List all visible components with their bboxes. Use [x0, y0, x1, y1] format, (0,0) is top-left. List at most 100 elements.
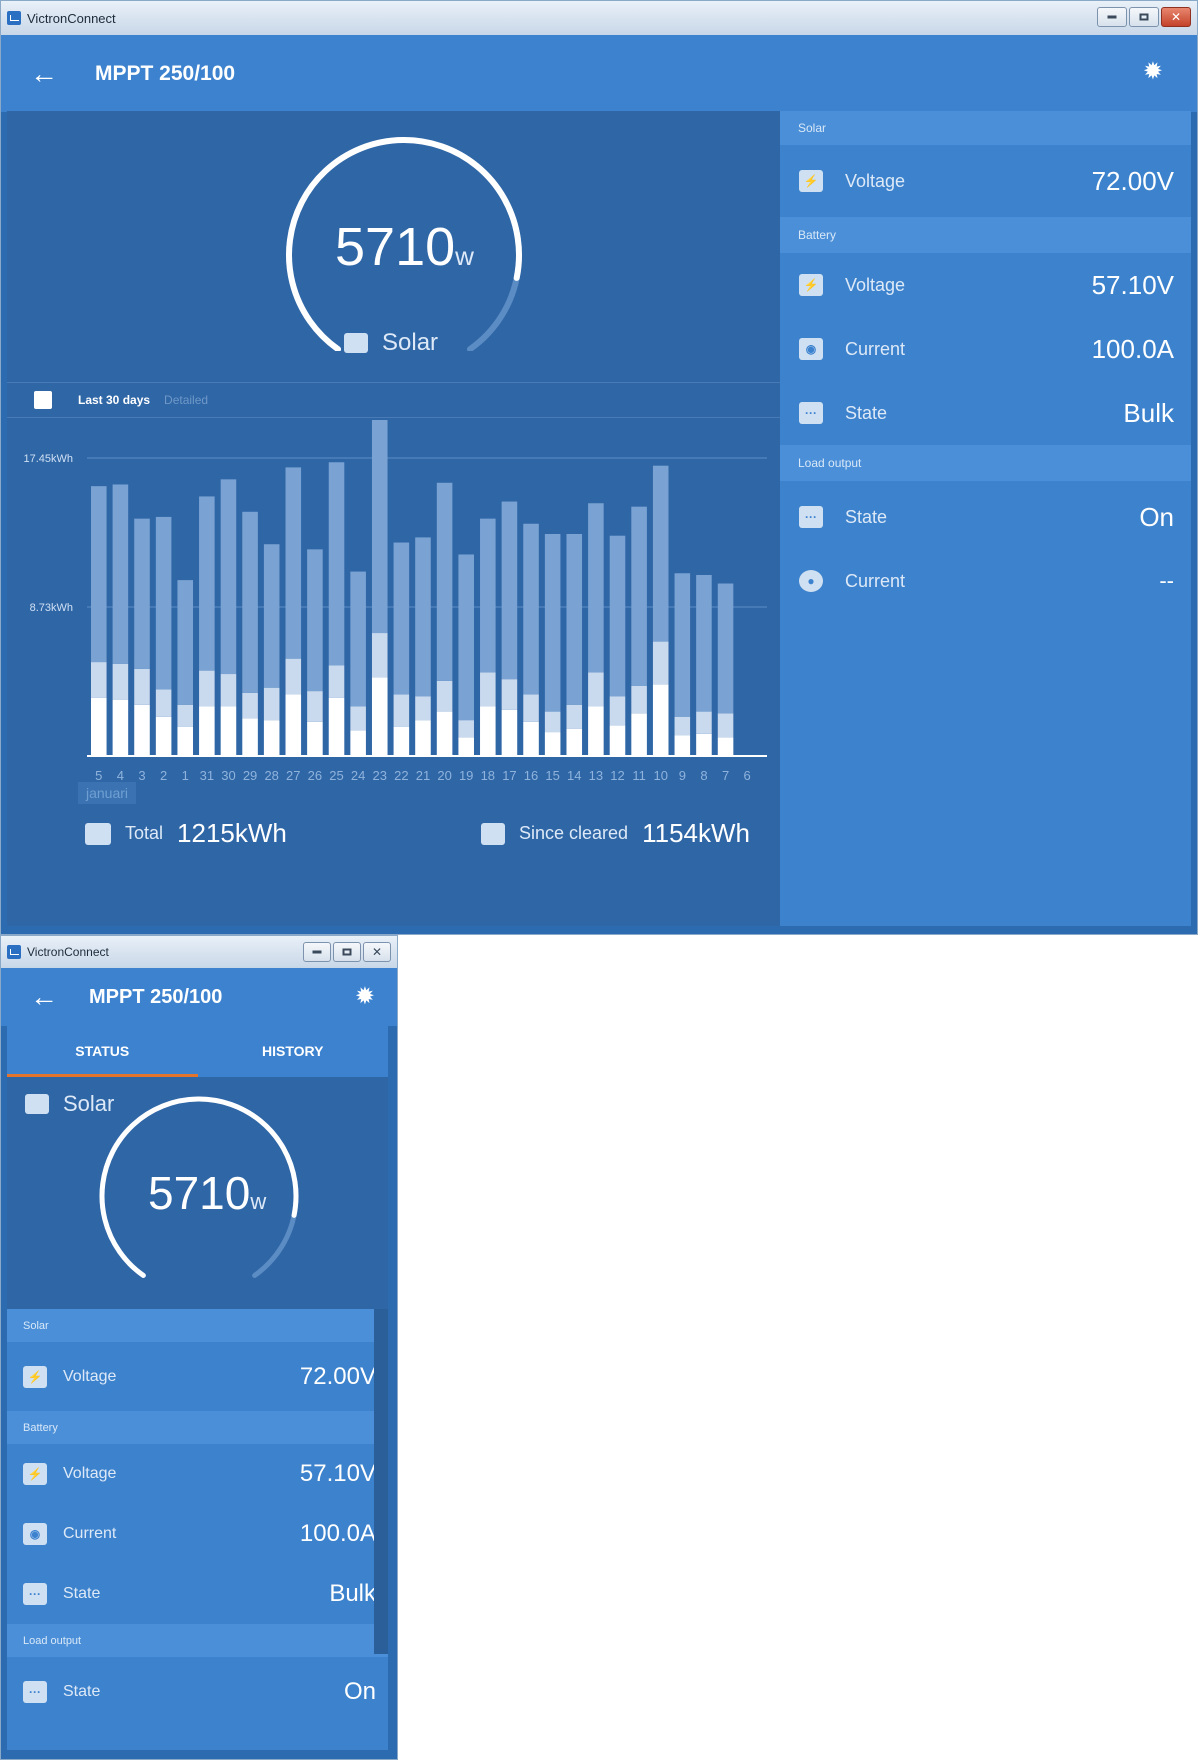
battery-voltage-icon: ⚡ [23, 1463, 47, 1485]
x-tick-label: 14 [567, 768, 581, 783]
settings-gear-icon[interactable]: ✹ [1143, 57, 1163, 86]
bar-segment [652, 641, 669, 685]
bar-segment [91, 486, 107, 663]
bar-segment [220, 479, 237, 675]
narrow-gauge-panel: Solar 5710w [7, 1077, 388, 1309]
bar-segment [328, 665, 345, 698]
power-value-narrow: 5710w [148, 1167, 267, 1219]
bar-segment [674, 573, 691, 717]
bar-segment [588, 503, 604, 673]
battery-voltage-row: ⚡ Voltage 57.10V [7, 1444, 388, 1504]
close-icon: ✕ [372, 945, 383, 959]
bar-segment [112, 663, 129, 700]
victron-app-icon [7, 11, 21, 25]
bar-segment [631, 685, 647, 714]
x-tick-label: 3 [138, 768, 145, 783]
battery-voltage-icon: ⚡ [799, 274, 823, 296]
load-state-row: ··· State On [7, 1657, 388, 1727]
bar-segment [393, 694, 410, 727]
solar-voltage-icon: ⚡ [799, 170, 823, 192]
bar-segment [393, 542, 410, 695]
range-label[interactable]: Last 30 days [78, 393, 150, 407]
month-label: januari [78, 782, 137, 804]
section-battery: Battery [7, 1411, 388, 1444]
x-tick-label: 13 [589, 768, 603, 783]
titlebar-narrow[interactable]: VictronConnect ✕ [1, 936, 397, 968]
gauge-label: Solar [344, 329, 438, 357]
bar-segment [285, 467, 302, 659]
maximize-button[interactable] [1129, 7, 1159, 27]
tab-history[interactable]: HISTORY [198, 1025, 389, 1077]
x-tick-label: 29 [243, 768, 257, 783]
x-tick-label: 24 [351, 768, 365, 783]
state-dots-icon: ··· [799, 402, 823, 424]
bar-segment [307, 721, 323, 756]
bar-segment [609, 725, 626, 756]
bar-segment [458, 720, 474, 738]
tab-status[interactable]: STATUS [7, 1025, 198, 1077]
lightbulb-icon: ● [799, 570, 823, 592]
x-tick-label: 22 [394, 768, 408, 783]
solar-voltage-row: ⚡ Voltage 72.00V [7, 1342, 388, 1411]
close-button[interactable]: ✕ [363, 942, 391, 962]
x-tick-label: 12 [610, 768, 624, 783]
bar-segment [371, 633, 388, 678]
battery-current-icon: ◉ [799, 338, 823, 360]
minimize-button[interactable] [303, 942, 331, 962]
x-tick-label: 30 [221, 768, 235, 783]
bar-segment [523, 694, 539, 722]
solar-voltage-row: ⚡ Voltage 72.00V [780, 145, 1191, 217]
bar-segment [242, 692, 258, 719]
bar-segment [631, 506, 647, 686]
window-title-narrow: VictronConnect [27, 945, 109, 959]
save-icon[interactable] [34, 391, 52, 409]
total-summary: Total 1215kWh [85, 818, 287, 849]
device-title: MPPT 250/100 [95, 61, 236, 85]
y-tick-label: 17.45kWh [23, 453, 73, 465]
x-tick-label: 18 [481, 768, 495, 783]
bar-segment [134, 518, 150, 669]
bar-segment [350, 706, 366, 731]
battery-current-icon: ◉ [23, 1523, 47, 1545]
solar-panel-icon [344, 333, 368, 353]
back-arrow-icon[interactable]: ← [29, 58, 59, 90]
x-tick-label: 16 [524, 768, 538, 783]
maximize-button[interactable] [333, 942, 361, 962]
bar-segment [652, 465, 669, 642]
bar-segment [350, 571, 366, 707]
bar-segment [307, 549, 323, 692]
detailed-link[interactable]: Detailed [164, 393, 208, 407]
app-bar: ← MPPT 250/100 ✹ [1, 35, 1197, 112]
bar-segment [263, 544, 280, 688]
bar-segment [350, 730, 366, 756]
bar-segment [134, 668, 150, 705]
window-title: VictronConnect [27, 10, 116, 26]
bar-segment [544, 711, 561, 733]
history-toolbar: Last 30 days Detailed [7, 382, 780, 418]
bar-segment [155, 716, 172, 756]
bar-segment [415, 696, 431, 721]
section-solar: Solar [780, 111, 1191, 145]
minimize-button[interactable] [1097, 7, 1127, 27]
bar-segment [177, 704, 194, 727]
tab-bar: STATUS HISTORY [7, 1025, 388, 1077]
bar-segment [696, 733, 712, 756]
titlebar[interactable]: VictronConnect ✕ [1, 1, 1197, 35]
section-battery: Battery [780, 217, 1191, 253]
x-tick-label: 20 [437, 768, 451, 783]
bar-segment [436, 711, 453, 756]
bar-segment [501, 709, 518, 756]
x-tick-label: 1 [182, 768, 189, 783]
x-tick-label: 31 [200, 768, 214, 783]
bar-segment [155, 516, 172, 690]
close-button[interactable]: ✕ [1161, 7, 1191, 27]
scrollbar[interactable] [374, 1309, 388, 1654]
bar-segment [480, 706, 496, 756]
settings-gear-icon[interactable]: ✹ [355, 982, 375, 1011]
back-arrow-icon[interactable]: ← [29, 981, 59, 1013]
x-tick-label: 4 [117, 768, 124, 783]
section-load: Load output [780, 445, 1191, 481]
bar-segment [220, 674, 237, 707]
bar-segment [501, 501, 518, 680]
device-title-narrow: MPPT 250/100 [89, 985, 223, 1008]
